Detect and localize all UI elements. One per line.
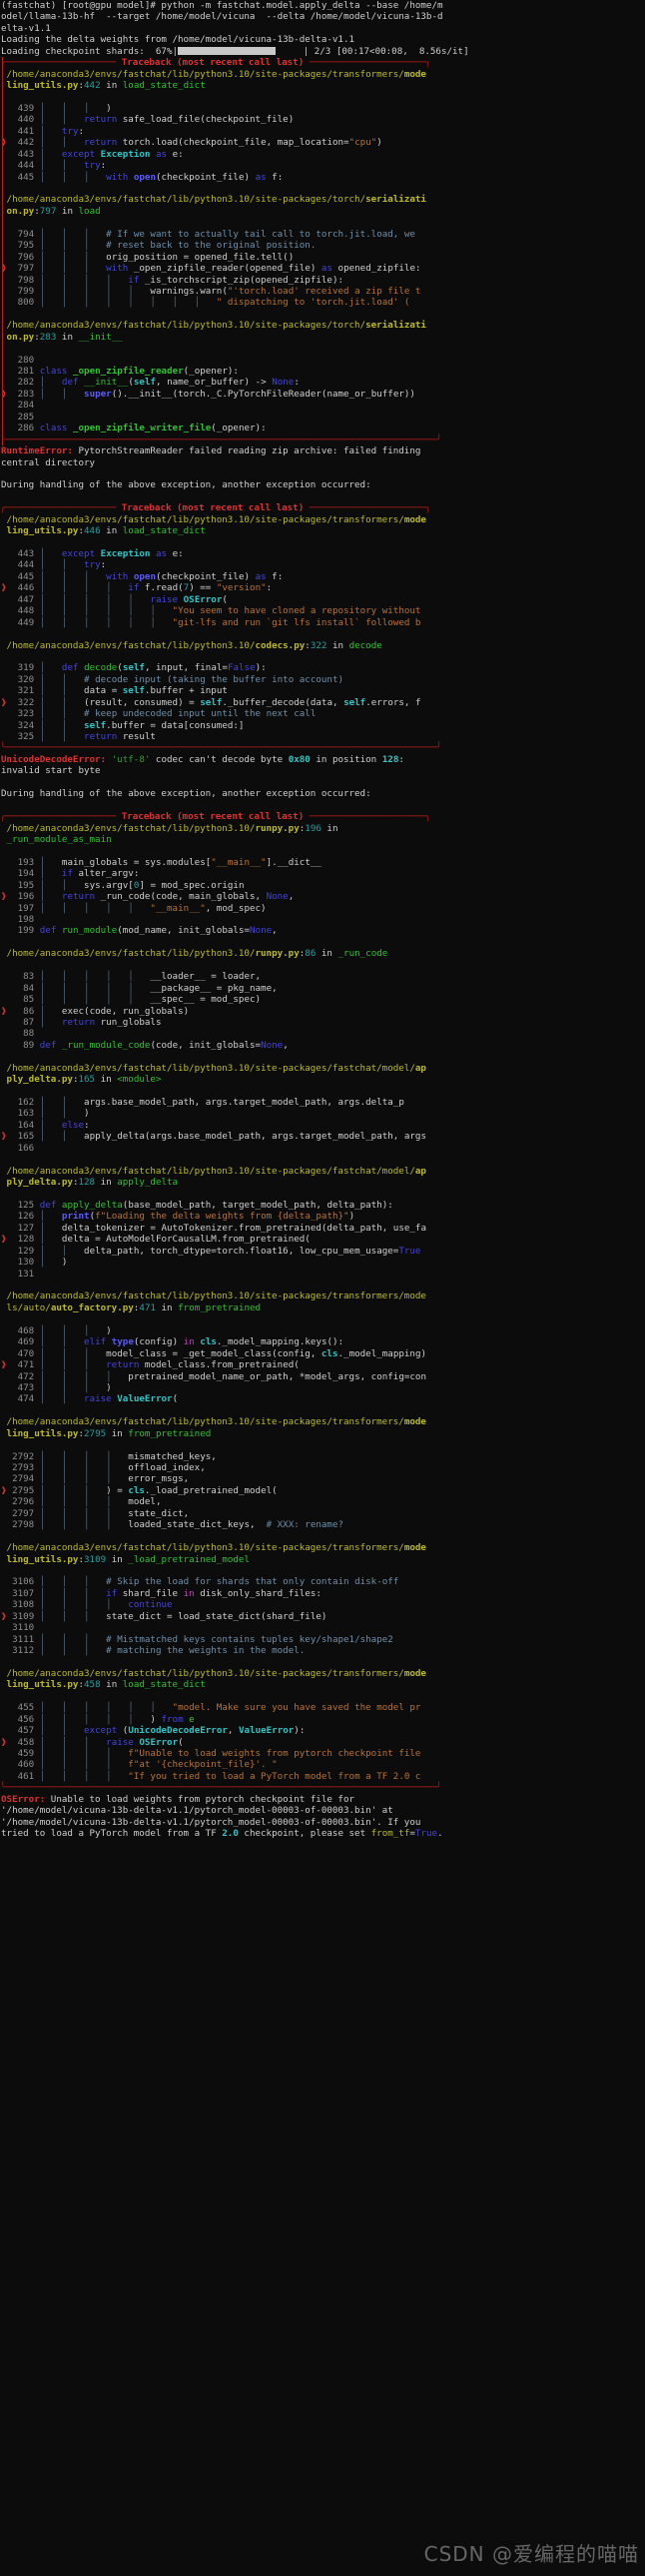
shell-prompt-line: (fastchat) [root@gpu model]# python -m f… (1, 0, 443, 11)
oserror-line4: tried to load a PyTorch model from a TF … (1, 1828, 443, 1839)
chained-exception-note-2: During handling of the above exception, … (1, 788, 371, 800)
chained-exception-note-1: During handling of the above exception, … (1, 479, 371, 491)
terminal-window: (fastchat) [root@gpu model]# python -m f… (0, 0, 645, 2576)
traceback-frame-2: ╭──────────────────── Traceback (most re… (0, 502, 442, 754)
unicode-error-line1: UnicodeDecodeError: 'utf-8' codec can't … (1, 753, 404, 765)
csdn-watermark: CSDN @爱编程的喵喵 (423, 2541, 639, 2566)
oserror-line1: OSError: Unable to load weights from pyt… (1, 1793, 355, 1805)
traceback-frame-1: ╭──────────────────── Traceback (most re… (0, 57, 442, 446)
shell-prompt-line-cont1: odel/llama-13b-hf --target /home/model/v… (1, 11, 443, 23)
loading-delta-line: Loading the delta weights from /home/mod… (1, 34, 355, 46)
traceback-frame-3: ╭──────────────────── Traceback (most re… (0, 811, 442, 1794)
progress-bar (178, 46, 277, 55)
oserror-line2: '/home/model/vicuna-13b-delta-v1.1/pytor… (1, 1805, 393, 1817)
runtime-error-line1: RuntimeError: PytorchStreamReader failed… (1, 445, 421, 457)
progress-line: Loading checkpoint shards: 67%| | 2/3 [0… (1, 45, 469, 57)
unicode-error-line2: invalid start byte (1, 765, 101, 777)
oserror-line3: '/home/model/vicuna-13b-delta-v1.1/pytor… (1, 1816, 421, 1828)
runtime-error-line2: central directory (1, 456, 96, 468)
shell-prompt-line-cont2: elta-v1.1 (1, 22, 51, 34)
